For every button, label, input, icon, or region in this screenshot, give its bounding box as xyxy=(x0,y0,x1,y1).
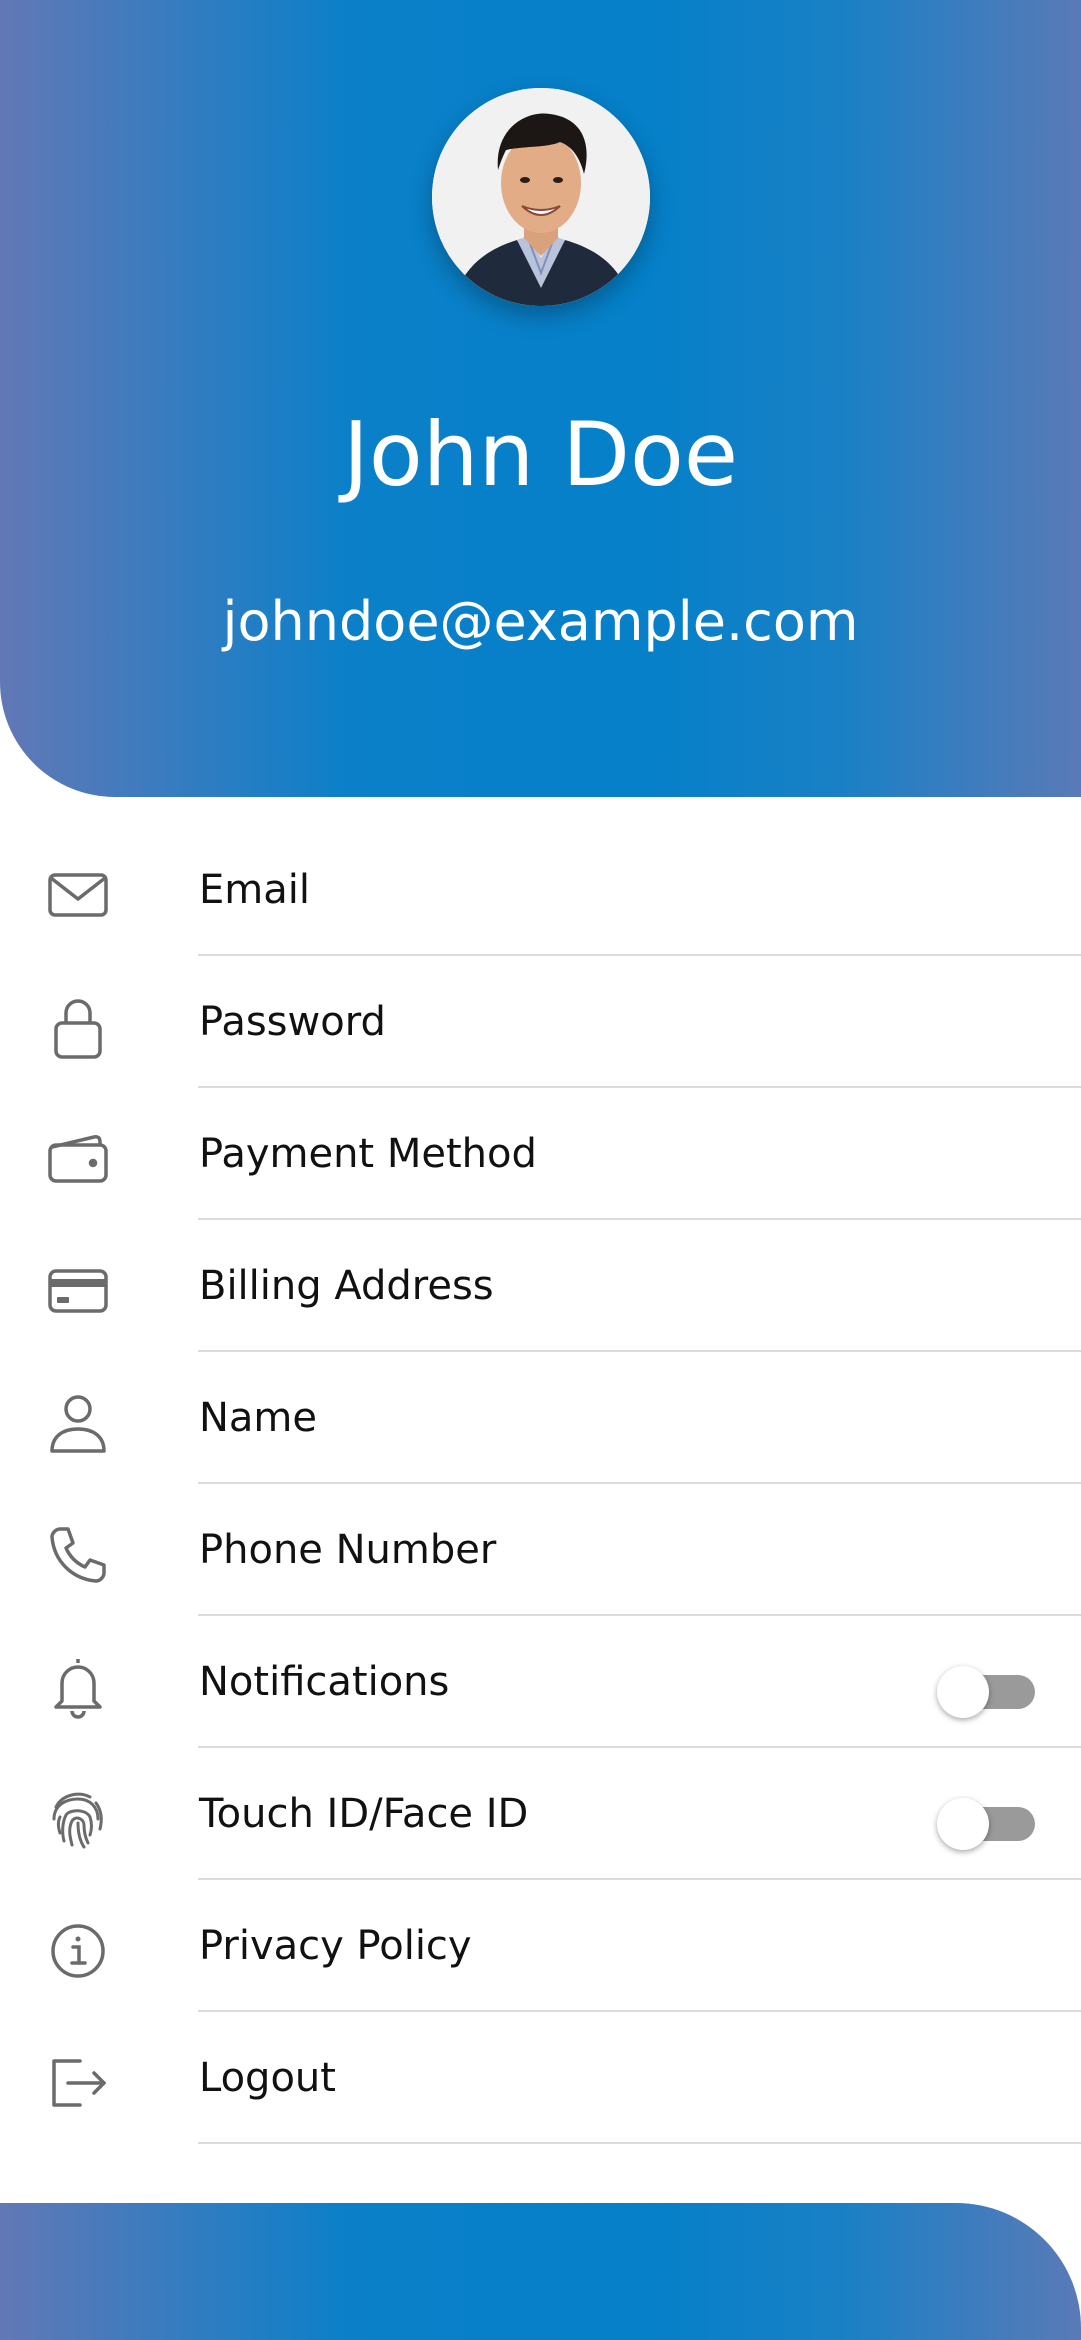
menu-item-name[interactable]: Name xyxy=(0,1352,1081,1484)
envelope-icon xyxy=(42,859,114,931)
touch-id-toggle[interactable] xyxy=(937,1798,1037,1850)
menu-item-password[interactable]: Password xyxy=(0,956,1081,1088)
bell-icon xyxy=(42,1651,114,1723)
menu-item-touch-id-face-id[interactable]: Touch ID/Face ID xyxy=(0,1748,1081,1880)
profile-header: John Doe johndoe@example.com xyxy=(0,0,1081,797)
menu-item-label: Password xyxy=(199,999,386,1045)
menu-item-label: Notifications xyxy=(199,1659,450,1705)
settings-menu: Email Password Payment Method Billing Ad… xyxy=(0,824,1081,2144)
menu-item-notifications[interactable]: Notifications xyxy=(0,1616,1081,1748)
footer-decoration xyxy=(0,2203,1081,2340)
menu-item-payment-method[interactable]: Payment Method xyxy=(0,1088,1081,1220)
user-name: John Doe xyxy=(342,403,739,506)
menu-item-privacy-policy[interactable]: Privacy Policy xyxy=(0,1880,1081,2012)
phone-icon xyxy=(42,1519,114,1591)
menu-item-label: Name xyxy=(199,1395,318,1441)
credit-card-icon xyxy=(42,1255,114,1327)
fingerprint-icon xyxy=(42,1783,114,1855)
menu-item-email[interactable]: Email xyxy=(0,824,1081,956)
menu-item-label: Touch ID/Face ID xyxy=(199,1791,529,1837)
menu-item-label: Email xyxy=(199,867,310,913)
menu-item-billing-address[interactable]: Billing Address xyxy=(0,1220,1081,1352)
menu-item-phone-number[interactable]: Phone Number xyxy=(0,1484,1081,1616)
menu-item-label: Payment Method xyxy=(199,1131,537,1177)
menu-item-logout[interactable]: Logout xyxy=(0,2012,1081,2144)
avatar-photo xyxy=(432,88,650,306)
user-icon xyxy=(42,1387,114,1459)
menu-item-label: Billing Address xyxy=(199,1263,494,1309)
toggle-knob xyxy=(937,1666,989,1718)
menu-item-label: Privacy Policy xyxy=(199,1923,472,1969)
toggle-knob xyxy=(937,1798,989,1850)
logout-icon xyxy=(42,2047,114,2119)
menu-item-label: Logout xyxy=(199,2055,336,2101)
user-email: johndoe@example.com xyxy=(222,590,859,653)
wallet-icon xyxy=(42,1123,114,1195)
info-icon xyxy=(42,1915,114,1987)
divider xyxy=(198,2142,1081,2144)
lock-icon xyxy=(42,991,114,1063)
menu-item-label: Phone Number xyxy=(199,1527,497,1573)
notifications-toggle[interactable] xyxy=(937,1666,1037,1718)
avatar[interactable] xyxy=(432,88,650,306)
